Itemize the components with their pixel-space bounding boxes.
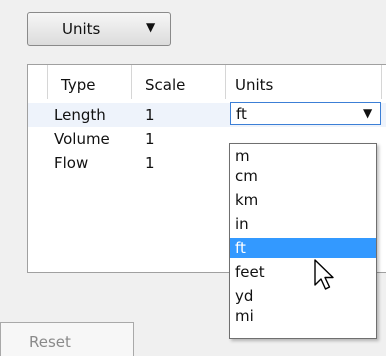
- type-cell: Volume: [54, 130, 110, 148]
- column-header-units[interactable]: Units: [235, 76, 273, 94]
- scale-cell[interactable]: 1: [145, 154, 155, 172]
- units-menu-button[interactable]: Units ▼: [27, 12, 171, 46]
- scale-cell[interactable]: 1: [145, 106, 155, 124]
- chevron-down-icon: ▼: [146, 20, 156, 34]
- unit-option-m[interactable]: m: [230, 146, 376, 166]
- unit-option-mi[interactable]: mi: [230, 306, 376, 326]
- unit-option-km[interactable]: km: [230, 190, 376, 210]
- reset-button[interactable]: Reset: [0, 322, 134, 356]
- units-dropdown-list[interactable]: m cm km in ft feet yd mi: [229, 143, 377, 339]
- type-cell: Length: [54, 106, 106, 124]
- column-header-type[interactable]: Type: [61, 76, 95, 94]
- unit-option-yd[interactable]: yd: [230, 286, 376, 306]
- scale-cell[interactable]: 1: [145, 130, 155, 148]
- table-header: Type Scale Units: [28, 65, 386, 99]
- unit-option-cm[interactable]: cm: [230, 166, 376, 186]
- unit-option-feet[interactable]: feet: [230, 262, 376, 282]
- units-menu-label: Units: [62, 20, 101, 38]
- unit-option-in[interactable]: in: [230, 214, 376, 234]
- mouse-pointer-icon: [314, 259, 334, 290]
- type-cell: Flow: [54, 154, 89, 172]
- reset-button-label: Reset: [29, 333, 71, 351]
- units-combobox[interactable]: ft ▼: [230, 102, 381, 125]
- units-combobox-value: ft: [236, 105, 247, 123]
- column-header-scale[interactable]: Scale: [145, 76, 185, 94]
- chevron-down-icon[interactable]: ▼: [363, 106, 372, 120]
- unit-option-ft[interactable]: ft: [230, 238, 376, 258]
